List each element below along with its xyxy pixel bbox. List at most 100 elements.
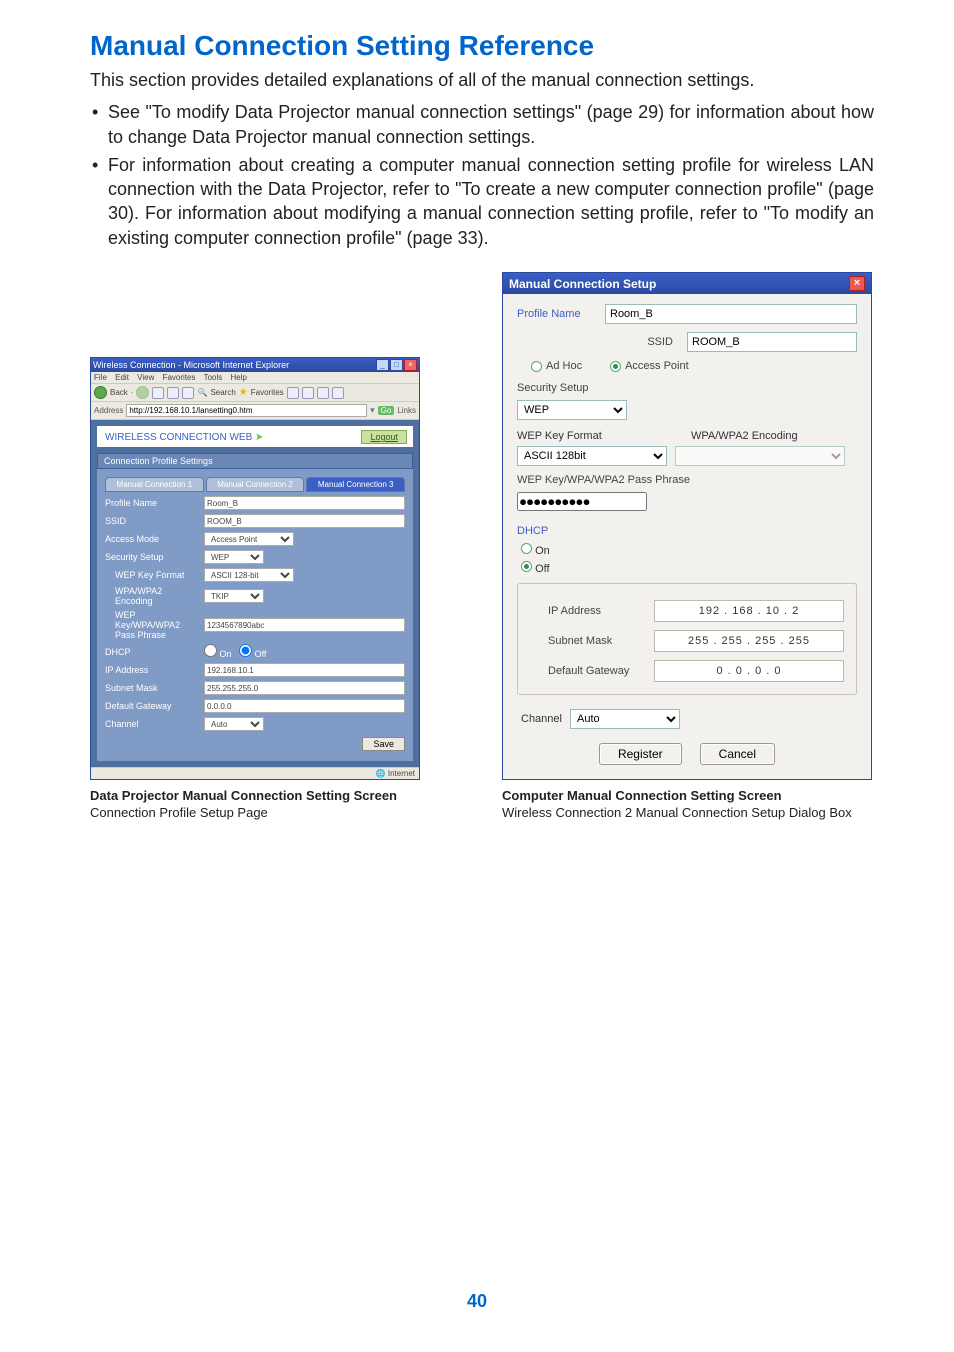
tab-manual-3[interactable]: Manual Connection 3 — [306, 477, 405, 492]
arrow-icon: ➤ — [255, 432, 263, 443]
security-select[interactable]: WEP — [517, 400, 627, 420]
tab-manual-2[interactable]: Manual Connection 2 — [206, 477, 305, 492]
channel-select[interactable]: Auto — [570, 709, 680, 729]
ie-body: WIRELESS CONNECTION WEB ➤ Logout Connect… — [91, 420, 419, 767]
encoding-label: WPA/WPA2 Encoding — [105, 586, 200, 606]
go-button[interactable]: Go — [378, 406, 395, 415]
search-label[interactable]: 🔍 — [197, 388, 207, 397]
refresh-icon[interactable] — [167, 387, 179, 399]
address-label: Address — [94, 406, 123, 415]
save-button[interactable]: Save — [362, 737, 405, 751]
bullet-list: See "To modify Data Projector manual con… — [90, 100, 874, 250]
bullet-item: See "To modify Data Projector manual con… — [90, 100, 874, 149]
menu-favorites[interactable]: Favorites — [163, 373, 196, 382]
passphrase-input[interactable] — [204, 618, 405, 632]
ip-input[interactable]: 192 . 168 . 10 . 2 — [654, 600, 844, 622]
security-label: Security Setup — [105, 552, 200, 562]
dhcp-label: DHCP — [105, 647, 200, 657]
security-header: Security Setup — [517, 382, 857, 394]
ip-input[interactable] — [204, 663, 405, 677]
subnet-input[interactable]: 255 . 255 . 255 . 255 — [654, 630, 844, 652]
adhoc-radio[interactable]: Ad Hoc — [531, 360, 582, 372]
address-input[interactable] — [126, 404, 367, 417]
wepkey-select[interactable]: ASCII 128-bit — [204, 568, 294, 582]
channel-select[interactable]: Auto — [204, 717, 264, 731]
favorites-icon[interactable]: ★ — [239, 387, 248, 398]
wizard-titlebar: Manual Connection Setup × — [503, 273, 871, 294]
encoding-select[interactable] — [675, 446, 845, 466]
passphrase-input[interactable] — [517, 492, 647, 511]
ie-menubar: File Edit View Favorites Tools Help — [91, 372, 419, 384]
links-label[interactable]: Links — [397, 406, 416, 415]
ie-title: Wireless Connection - Microsoft Internet… — [93, 360, 375, 370]
forward-icon[interactable] — [136, 386, 149, 399]
ie-statusbar: 🌐 Internet — [91, 767, 419, 779]
dhcp-on-radio[interactable]: On — [521, 543, 857, 557]
access-mode-select[interactable]: Access Point — [204, 532, 294, 546]
wepkey-select[interactable]: ASCII 128bit — [517, 446, 667, 466]
passphrase-label: WEP Key/WPA/WPA2 Pass Phrase — [517, 474, 857, 486]
home-icon[interactable] — [182, 387, 194, 399]
print-icon[interactable] — [332, 387, 344, 399]
stop-icon[interactable] — [152, 387, 164, 399]
ie-addressbar: Address ▾ Go Links — [91, 402, 419, 420]
close-icon[interactable]: × — [849, 276, 865, 291]
dhcp-on-radio[interactable]: On — [204, 649, 232, 659]
mail-icon[interactable] — [317, 387, 329, 399]
profile-name-label: Profile Name — [105, 498, 200, 508]
ip-label: IP Address — [548, 605, 648, 617]
register-button[interactable]: Register — [599, 743, 682, 765]
subnet-input[interactable] — [204, 681, 405, 695]
ssid-input[interactable] — [687, 332, 857, 352]
accesspoint-radio[interactable]: Access Point — [610, 360, 689, 372]
section-header: Connection Profile Settings — [97, 453, 413, 469]
profile-name-input[interactable] — [204, 496, 405, 510]
page-title: Manual Connection Setting Reference — [90, 30, 874, 62]
wc-header: WIRELESS CONNECTION WEB ➤ Logout — [97, 426, 413, 447]
logout-button[interactable]: Logout — [361, 430, 407, 444]
wizard-dialog: Manual Connection Setup × Profile Name S… — [502, 272, 872, 780]
history-icon[interactable] — [302, 387, 314, 399]
menu-file[interactable]: File — [94, 373, 107, 382]
ie-titlebar: Wireless Connection - Microsoft Internet… — [91, 358, 419, 372]
close-icon[interactable]: × — [404, 359, 417, 371]
menu-edit[interactable]: Edit — [115, 373, 129, 382]
favorites-text: Favorites — [251, 388, 284, 397]
maximize-icon[interactable]: □ — [390, 359, 403, 371]
left-caption-bold: Data Projector Manual Connection Setting… — [90, 788, 397, 803]
dhcp-off-radio[interactable]: Off — [521, 561, 857, 575]
access-mode-label: Access Mode — [105, 534, 200, 544]
right-caption-plain: Wireless Connection 2 Manual Connection … — [502, 805, 852, 820]
encoding-select[interactable]: TKIP — [204, 589, 264, 603]
wepkey-label: WEP Key Format — [517, 430, 683, 442]
back-icon[interactable] — [94, 386, 107, 399]
chevron-down-icon[interactable]: ▾ — [370, 405, 375, 416]
ssid-input[interactable] — [204, 514, 405, 528]
profile-name-input[interactable] — [605, 304, 857, 324]
right-caption-bold: Computer Manual Connection Setting Scree… — [502, 788, 782, 803]
security-select[interactable]: WEP — [204, 550, 264, 564]
subnet-label: Subnet Mask — [548, 635, 648, 647]
media-icon[interactable] — [287, 387, 299, 399]
menu-view[interactable]: View — [137, 373, 154, 382]
tab-manual-1[interactable]: Manual Connection 1 — [105, 477, 204, 492]
dhcp-off-radio[interactable]: Off — [239, 649, 266, 659]
cancel-button[interactable]: Cancel — [700, 743, 775, 765]
gateway-input[interactable] — [204, 699, 405, 713]
wc-header-text: WIRELESS CONNECTION WEB — [105, 432, 252, 443]
dhcp-off-group: IP Address 192 . 168 . 10 . 2 Subnet Mas… — [517, 583, 857, 695]
minimize-icon[interactable]: _ — [376, 359, 389, 371]
encoding-label: WPA/WPA2 Encoding — [691, 430, 857, 442]
passphrase-label: WEP Key/WPA/WPA2 Pass Phrase — [105, 610, 200, 640]
left-caption-plain: Connection Profile Setup Page — [90, 805, 268, 820]
bullet-item: For information about creating a compute… — [90, 153, 874, 250]
gateway-label: Default Gateway — [548, 665, 648, 677]
menu-tools[interactable]: Tools — [204, 373, 223, 382]
menu-help[interactable]: Help — [231, 373, 247, 382]
back-label: Back — [110, 388, 128, 397]
gateway-input[interactable]: 0 . 0 . 0 . 0 — [654, 660, 844, 682]
settings-panel: Manual Connection 1 Manual Connection 2 … — [97, 469, 413, 761]
page-number: 40 — [0, 1291, 954, 1312]
profile-name-label: Profile Name — [517, 308, 597, 320]
status-right: 🌐 Internet — [376, 769, 415, 778]
